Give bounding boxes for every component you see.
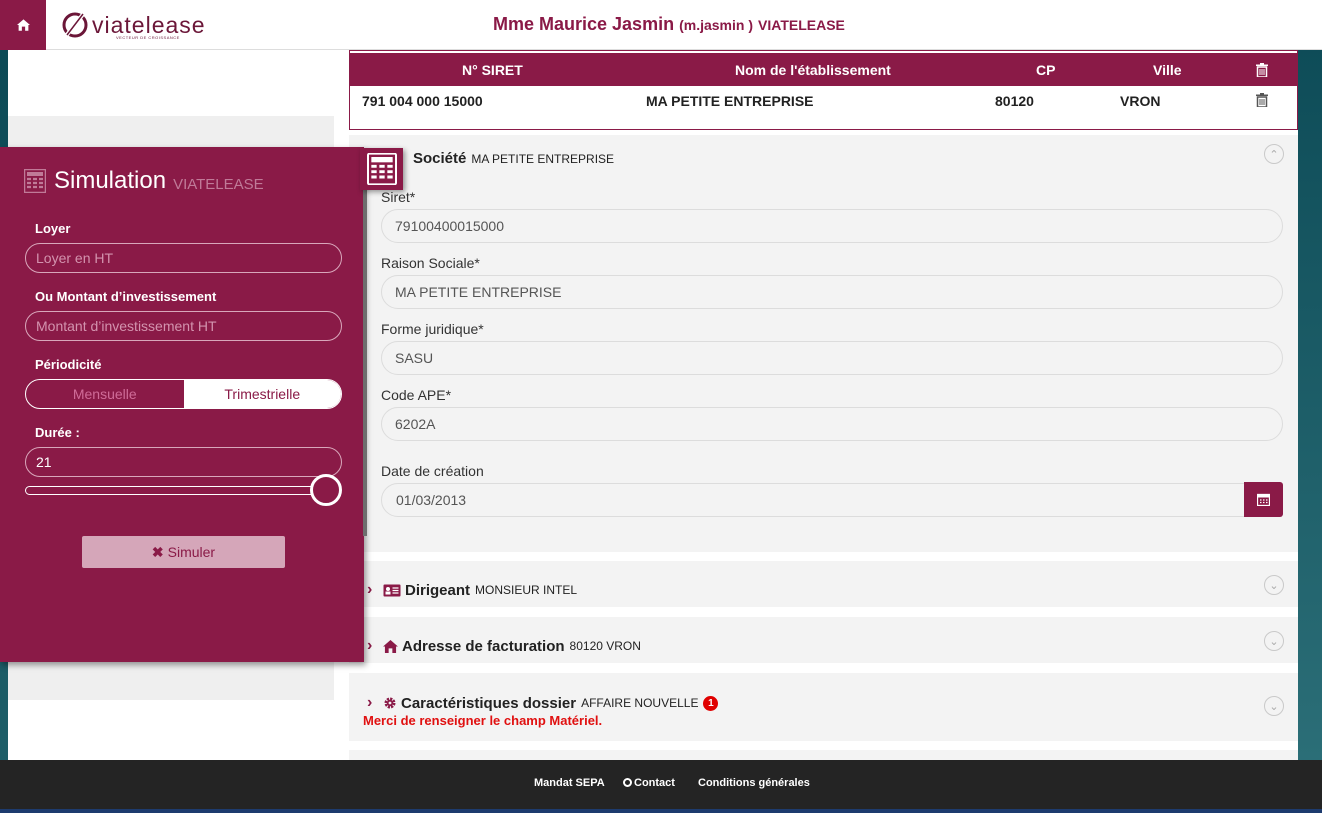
duree-slider-track[interactable]: [25, 486, 325, 495]
logo-tagline: VECTEUR DE CROISSANCE: [116, 35, 180, 40]
section-adresse-title[interactable]: › Adresse de facturation 80120 VRON: [367, 637, 641, 655]
chevron-right-icon: ›: [367, 637, 373, 654]
header-user-info: Mme Maurice Jasmin (m.jasmin ) VIATELEAS…: [493, 14, 845, 35]
user-login: (m.jasmin ): [679, 17, 753, 33]
row-nom: MA PETITE ENTREPRISE: [646, 93, 814, 109]
delete-row-icon[interactable]: [1256, 93, 1268, 107]
section-caracteristiques[interactable]: › Caractéristiques dossier AFFAIRE NOUVE…: [349, 673, 1298, 741]
footer-link-conditions[interactable]: Conditions générales: [698, 777, 810, 789]
montant-input[interactable]: Montant d’investissement HT: [25, 311, 342, 341]
simuler-button[interactable]: ✖ Simuler: [82, 536, 285, 568]
section-dirigeant[interactable]: › Dirigeant MONSIEUR INTEL ⌄: [349, 561, 1298, 607]
expand-dirigeant-button[interactable]: ⌄: [1264, 575, 1284, 595]
footer-link-mandat-sepa[interactable]: Mandat SEPA: [534, 777, 605, 789]
chevron-right-icon: ›: [367, 694, 373, 711]
dirigeant-title: Dirigeant: [405, 581, 471, 599]
simulation-panel: Simulation VIATELEASE Loyer Loyer en HT …: [0, 147, 364, 662]
duree-label: Durée :: [35, 425, 80, 440]
siret-table-header: N° SIRET Nom de l'établissement CP Ville: [350, 53, 1297, 86]
periodicite-toggle: Mensuelle Trimestrielle: [25, 379, 342, 409]
section-societe: Société MA PETITE ENTREPRISE ⌃ Siret* 79…: [349, 135, 1298, 552]
simuler-label: Simuler: [167, 544, 216, 560]
loyer-input[interactable]: Loyer en HT: [25, 243, 342, 273]
date-picker-button[interactable]: [1244, 482, 1283, 517]
section-next: [349, 750, 1298, 760]
section-societe-title[interactable]: Société MA PETITE ENTREPRISE: [413, 150, 614, 167]
periodicite-trimestrielle-option[interactable]: Trimestrielle: [183, 380, 341, 408]
id-card-icon: [383, 584, 401, 596]
periodicite-mensuelle-option[interactable]: Mensuelle: [26, 380, 184, 408]
home-icon: [383, 639, 398, 653]
footer-link-contact[interactable]: Contact: [623, 777, 675, 789]
row-cp: 80120: [995, 93, 1034, 109]
top-header: viatelease VECTEUR DE CROISSANCE Mme Mau…: [0, 0, 1322, 50]
montant-label: Ou Montant d’investissement: [35, 289, 217, 304]
close-icon: ✖: [151, 543, 164, 560]
section-caracteristiques-title[interactable]: › Caractéristiques dossier AFFAIRE NOUVE…: [367, 694, 719, 712]
expand-adresse-button[interactable]: ⌄: [1264, 631, 1284, 651]
simulation-toggle-button[interactable]: [360, 148, 403, 190]
dirigeant-subtitle: MONSIEUR INTEL: [475, 583, 578, 597]
caracteristiques-title: Caractéristiques dossier: [401, 694, 577, 712]
viatelease-logo[interactable]: viatelease VECTEUR DE CROISSANCE: [62, 10, 212, 42]
github-icon: [623, 778, 632, 787]
calendar-icon: [1257, 493, 1270, 506]
col-siret: N° SIRET: [462, 62, 523, 78]
date-creation-field[interactable]: 01/03/2013: [381, 483, 1245, 517]
periodicite-label: Périodicité: [35, 357, 102, 372]
adresse-subtitle: 80120 VRON: [569, 639, 641, 653]
trash-icon[interactable]: [1256, 63, 1268, 77]
footer-bottom-strip: [0, 809, 1322, 813]
code-ape-field[interactable]: 6202A: [381, 407, 1283, 441]
chevron-up-icon: ⌃: [1269, 148, 1279, 161]
caracteristiques-subtitle: AFFAIRE NOUVELLE: [581, 696, 699, 710]
code-ape-label: Code APE*: [381, 387, 452, 403]
section-dirigeant-title[interactable]: › Dirigeant MONSIEUR INTEL: [367, 581, 577, 599]
simulation-org: VIATELEASE: [173, 175, 264, 193]
user-name: Mme Maurice Jasmin: [493, 14, 675, 34]
siret-field[interactable]: 79100400015000: [381, 209, 1283, 243]
expand-caracteristiques-button[interactable]: ⌄: [1264, 696, 1284, 716]
user-org: VIATELEASE: [758, 17, 845, 33]
error-count-badge: 1: [703, 695, 719, 711]
forme-juridique-field[interactable]: SASU: [381, 341, 1283, 375]
duree-slider-handle[interactable]: [310, 474, 342, 506]
societe-title: Société: [413, 150, 467, 167]
gear-icon: [384, 697, 396, 709]
simulation-title: Simulation VIATELEASE: [24, 167, 264, 195]
home-icon: [16, 19, 30, 31]
calculator-icon: [366, 153, 397, 185]
loyer-label: Loyer: [35, 221, 71, 236]
col-nom: Nom de l'établissement: [735, 62, 891, 78]
duree-input[interactable]: 21: [25, 447, 342, 477]
chevron-down-icon: ⌄: [1269, 700, 1279, 713]
chevron-right-icon: ›: [367, 581, 373, 598]
footer-link-contact-label: Contact: [634, 777, 675, 789]
table-row[interactable]: 791 004 000 15000 MA PETITE ENTREPRISE 8…: [350, 91, 1297, 113]
home-button[interactable]: [0, 0, 46, 50]
raison-sociale-field[interactable]: MA PETITE ENTREPRISE: [381, 275, 1283, 309]
societe-subtitle: MA PETITE ENTREPRISE: [471, 151, 615, 166]
row-ville: VRON: [1120, 93, 1161, 109]
forme-juridique-label: Forme juridique*: [381, 321, 484, 337]
chevron-down-icon: ⌄: [1269, 635, 1279, 648]
col-ville: Ville: [1153, 62, 1182, 78]
raison-sociale-label: Raison Sociale*: [381, 255, 480, 271]
calculator-icon: [24, 169, 46, 193]
error-message: Merci de renseigner le champ Matériel.: [363, 713, 603, 728]
row-siret: 791 004 000 15000: [362, 93, 483, 109]
siret-label: Siret*: [381, 189, 416, 205]
chevron-down-icon: ⌄: [1269, 579, 1279, 592]
section-adresse[interactable]: › Adresse de facturation 80120 VRON ⌄: [349, 617, 1298, 663]
footer: Mandat SEPA Contact Conditions générales: [0, 760, 1322, 809]
simulation-scrollbar[interactable]: [363, 190, 367, 536]
siret-table: N° SIRET Nom de l'établissement CP Ville…: [349, 50, 1298, 130]
col-cp: CP: [1036, 62, 1056, 78]
adresse-title: Adresse de facturation: [402, 637, 565, 655]
background-right-strip: [1298, 0, 1322, 760]
date-creation-label: Date de création: [381, 463, 484, 479]
logo-mark-icon: [62, 11, 88, 38]
collapse-societe-button[interactable]: ⌃: [1264, 144, 1284, 164]
simulation-title-text: Simulation: [54, 167, 167, 194]
